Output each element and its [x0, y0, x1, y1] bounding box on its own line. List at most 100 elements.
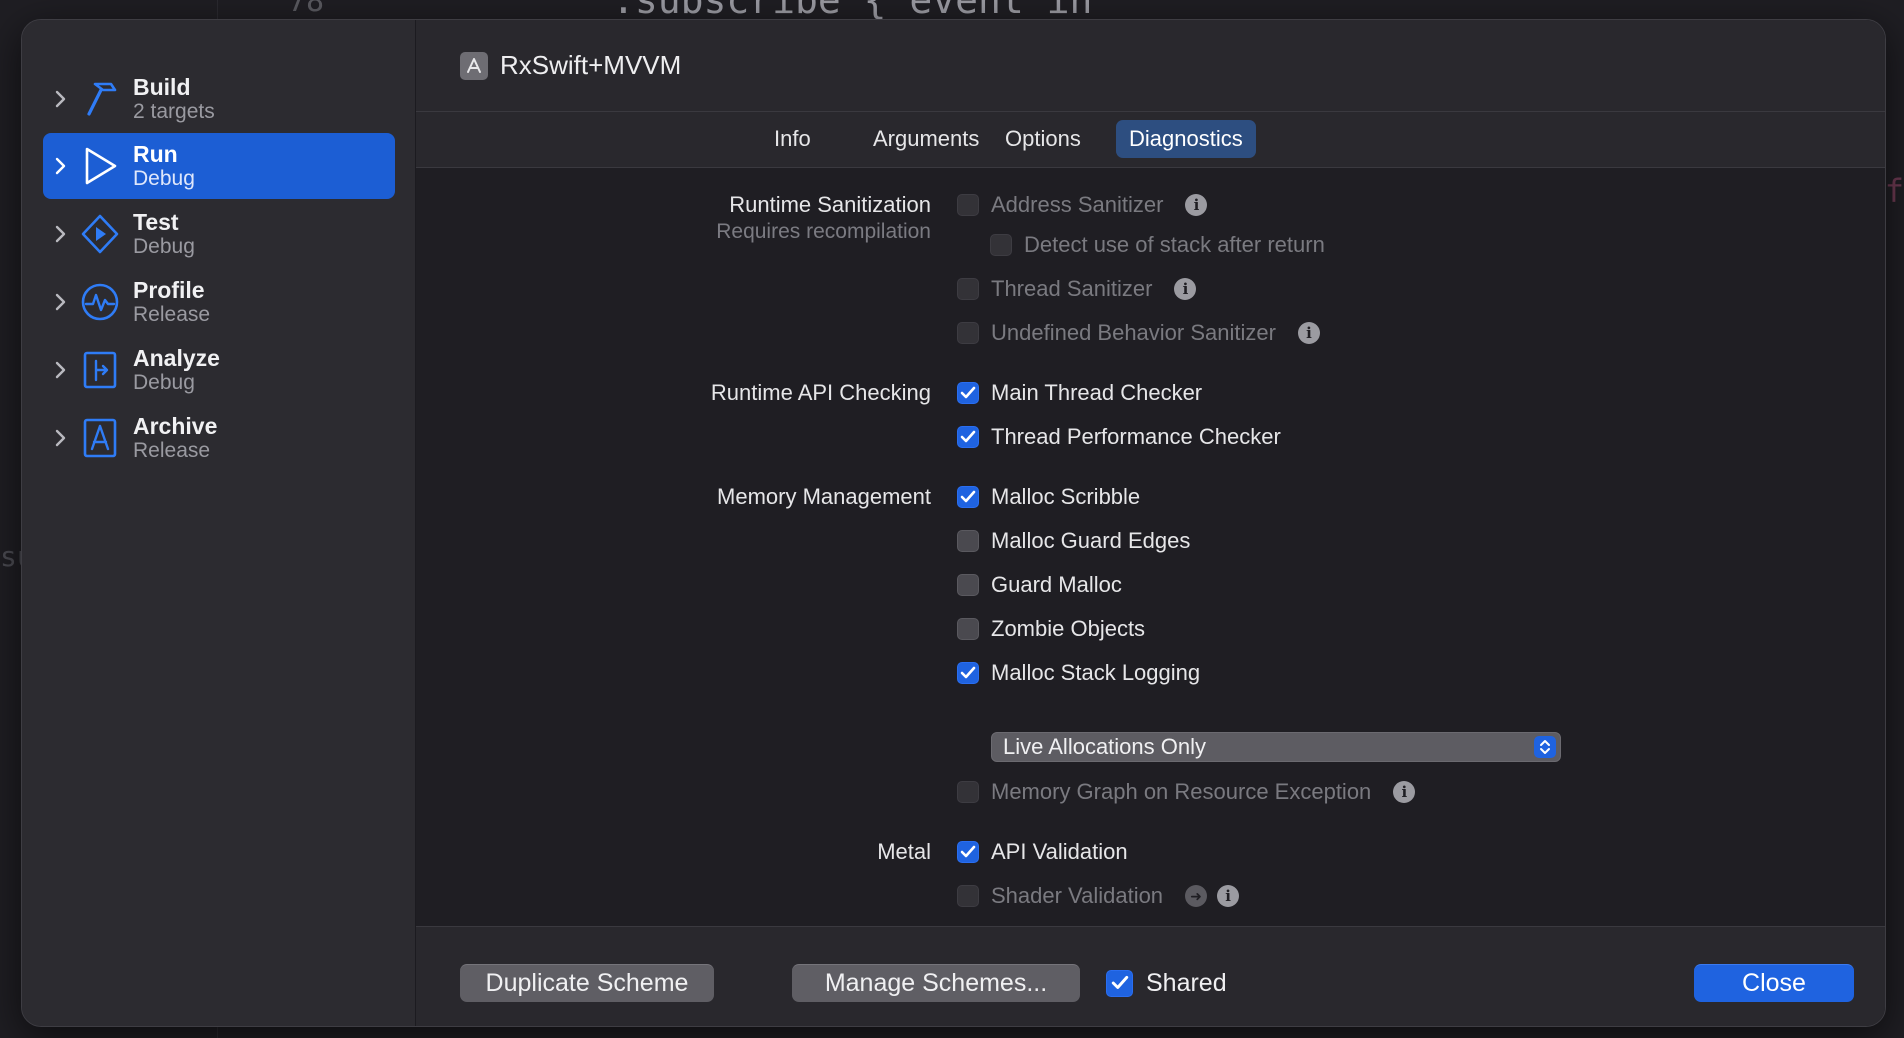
checkbox[interactable] — [957, 278, 979, 300]
option-main-thread-checker[interactable]: Main Thread Checker — [957, 380, 1202, 406]
option-thread-performance-checker[interactable]: Thread Performance Checker — [957, 424, 1281, 450]
diagnostics-panel: Runtime Sanitization Requires recompilat… — [416, 168, 1885, 925]
sidebar-item-subtitle: Release — [133, 439, 211, 463]
sidebar-item-name: Build — [133, 73, 191, 100]
sidebar-item-name: Test — [133, 208, 179, 235]
option-label: Detect use of stack after return — [1024, 232, 1325, 257]
scheme-actions-sidebar: Build 2 targets Run Debug Test Debug Pro… — [22, 20, 416, 1026]
section-label-runtime-sanitization: Runtime Sanitization — [729, 192, 931, 217]
play-icon — [79, 145, 121, 187]
option-memory-graph-resource-exception[interactable]: Memory Graph on Resource Exception i — [957, 779, 1416, 805]
popup-selected-value: Live Allocations Only — [1003, 734, 1206, 759]
sidebar-item-analyze[interactable]: Analyze Debug — [43, 337, 395, 403]
option-label: Zombie Objects — [991, 616, 1146, 641]
checkbox[interactable] — [990, 234, 1012, 256]
tab-diagnostics[interactable]: Diagnostics — [1116, 120, 1256, 158]
chevron-right-icon[interactable] — [43, 429, 79, 447]
section-label-memory-management: Memory Management — [717, 484, 931, 509]
sidebar-item-subtitle: Debug — [133, 167, 195, 191]
chevron-right-icon[interactable] — [43, 293, 79, 311]
sidebar-item-name: Analyze — [133, 344, 220, 371]
tab-bar: Info Arguments Options Diagnostics — [416, 112, 1885, 168]
option-label: Malloc Stack Logging — [991, 660, 1201, 685]
option-thread-sanitizer[interactable]: Thread Sanitizer i — [957, 276, 1197, 302]
shared-checkbox[interactable]: Shared — [1106, 964, 1227, 1002]
manage-schemes-button[interactable]: Manage Schemes... — [792, 964, 1080, 1002]
arrow-right-circle-icon[interactable]: ➜ — [1185, 885, 1208, 907]
checkbox-checked[interactable] — [957, 841, 979, 863]
duplicate-scheme-button[interactable]: Duplicate Scheme — [460, 964, 714, 1002]
chevron-right-icon[interactable] — [43, 225, 79, 243]
option-undefined-behavior-sanitizer[interactable]: Undefined Behavior Sanitizer i — [957, 320, 1320, 346]
sidebar-item-profile[interactable]: Profile Release — [43, 269, 395, 335]
sidebar-item-test[interactable]: Test Debug — [43, 201, 395, 267]
chevron-up-down-icon[interactable] — [1534, 736, 1556, 758]
sheet-footer: Duplicate Scheme Manage Schemes... Share… — [416, 926, 1885, 1026]
info-icon[interactable]: i — [1217, 885, 1240, 907]
editor-line-number: 78 — [288, 0, 325, 19]
chevron-right-icon[interactable] — [43, 90, 79, 108]
scheme-detail-pane: RxSwift+MVVM Info Arguments Options Diag… — [416, 20, 1885, 1026]
option-shader-validation[interactable]: Shader Validation ➜ i — [957, 883, 1240, 909]
sidebar-item-subtitle: 2 targets — [133, 100, 215, 124]
stack-logging-mode-popup[interactable]: Live Allocations Only — [991, 732, 1561, 762]
sidebar-item-subtitle: Release — [133, 303, 211, 327]
sidebar-item-run[interactable]: Run Debug — [43, 133, 395, 199]
sidebar-item-name: Archive — [133, 412, 218, 439]
sidebar-item-build[interactable]: Build 2 targets — [43, 66, 395, 132]
option-label: Thread Sanitizer — [991, 276, 1153, 301]
section-sublabel-requires-recompilation: Requires recompilation — [716, 220, 931, 243]
tab-arguments[interactable]: Arguments — [860, 120, 992, 158]
waveform-icon — [79, 281, 121, 323]
tab-info[interactable]: Info — [761, 120, 824, 158]
checkbox[interactable] — [957, 194, 979, 216]
checkbox-checked[interactable] — [957, 486, 979, 508]
sidebar-item-subtitle: Debug — [133, 235, 195, 259]
archive-icon — [79, 417, 121, 459]
checkbox[interactable] — [957, 574, 979, 596]
sidebar-item-name: Profile — [133, 276, 205, 303]
option-label: Thread Performance Checker — [991, 424, 1281, 449]
close-button[interactable]: Close — [1694, 964, 1854, 1002]
chevron-right-icon[interactable] — [43, 157, 79, 175]
option-address-sanitizer[interactable]: Address Sanitizer i — [957, 192, 1208, 218]
analyze-icon — [79, 349, 121, 391]
tab-options[interactable]: Options — [992, 120, 1094, 158]
option-label: API Validation — [991, 839, 1128, 864]
option-label: Main Thread Checker — [991, 380, 1203, 405]
checkbox-checked[interactable] — [957, 382, 979, 404]
option-label: Shader Validation — [991, 883, 1164, 908]
test-diamond-icon — [79, 213, 121, 255]
checkbox[interactable] — [957, 530, 979, 552]
option-malloc-scribble[interactable]: Malloc Scribble — [957, 484, 1140, 510]
option-malloc-stack-logging[interactable]: Malloc Stack Logging — [957, 660, 1200, 686]
option-label: Malloc Scribble — [991, 484, 1141, 509]
option-label: Undefined Behavior Sanitizer — [991, 320, 1276, 345]
checkbox-checked[interactable] — [957, 426, 979, 448]
sidebar-item-subtitle: Debug — [133, 371, 195, 395]
option-detect-stack-after-return[interactable]: Detect use of stack after return — [990, 232, 1325, 258]
section-label-runtime-api-checking: Runtime API Checking — [710, 380, 931, 405]
sidebar-item-archive[interactable]: Archive Release — [43, 405, 395, 471]
option-label: Guard Malloc — [991, 572, 1122, 597]
checkbox[interactable] — [957, 885, 979, 907]
editor-right-fragment: f — [1884, 172, 1904, 210]
chevron-right-icon[interactable] — [43, 361, 79, 379]
option-malloc-guard-edges[interactable]: Malloc Guard Edges — [957, 528, 1190, 554]
checkbox[interactable] — [957, 781, 979, 803]
info-icon[interactable]: i — [1174, 278, 1197, 300]
scheme-project-name: RxSwift+MVVM — [500, 50, 682, 80]
scheme-title-bar: RxSwift+MVVM — [416, 20, 1885, 112]
checkbox[interactable] — [957, 618, 979, 640]
option-guard-malloc[interactable]: Guard Malloc — [957, 572, 1122, 598]
checkbox-checked[interactable] — [957, 662, 979, 684]
checkbox-checked[interactable] — [1106, 969, 1133, 997]
option-api-validation[interactable]: API Validation — [957, 839, 1128, 865]
info-icon[interactable]: i — [1393, 781, 1416, 803]
hammer-icon — [79, 78, 121, 120]
info-icon[interactable]: i — [1297, 322, 1320, 344]
shared-label: Shared — [1146, 968, 1227, 997]
option-zombie-objects[interactable]: Zombie Objects — [957, 616, 1145, 642]
info-icon[interactable]: i — [1185, 194, 1208, 216]
checkbox[interactable] — [957, 322, 979, 344]
